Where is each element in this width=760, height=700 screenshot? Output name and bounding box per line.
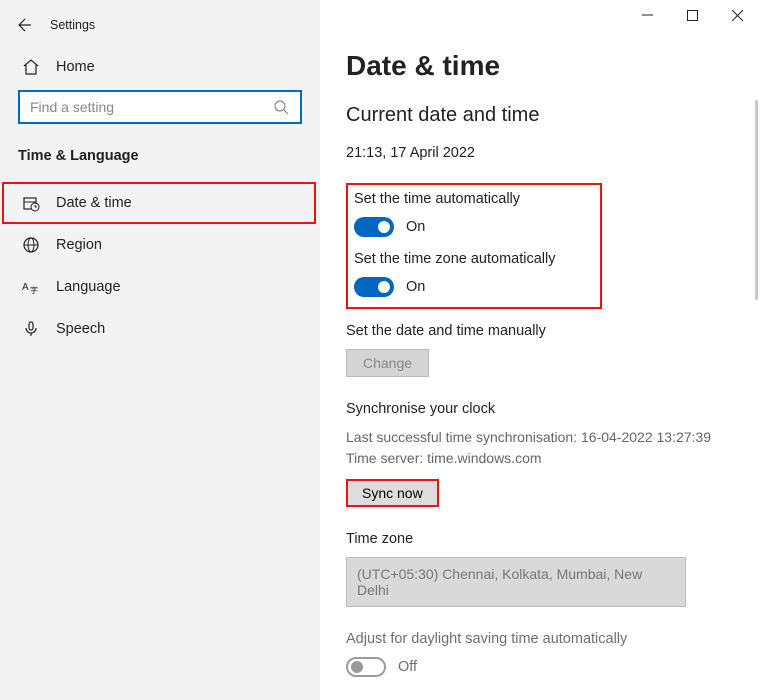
sidebar-item-region[interactable]: Region xyxy=(0,224,320,266)
search-box[interactable] xyxy=(18,90,302,124)
home-nav[interactable]: Home xyxy=(0,48,320,90)
sidebar-item-label: Speech xyxy=(56,321,105,337)
sidebar-item-label: Region xyxy=(56,237,102,253)
home-icon xyxy=(22,58,40,76)
search-input[interactable] xyxy=(30,99,272,115)
sync-info: Last successful time synchronisation: 16… xyxy=(346,427,734,469)
search-icon xyxy=(272,98,290,116)
auto-tz-state: On xyxy=(406,279,425,295)
auto-tz-toggle[interactable] xyxy=(354,277,394,297)
home-label: Home xyxy=(56,59,95,75)
window-title: Settings xyxy=(50,18,95,32)
dst-toggle xyxy=(346,657,386,677)
sync-now-button[interactable]: Sync now xyxy=(346,479,439,507)
sidebar-item-date-time[interactable]: Date & time xyxy=(2,182,316,224)
sidebar-item-language[interactable]: A字 Language xyxy=(0,266,320,308)
back-icon[interactable] xyxy=(14,16,32,34)
tz-select: (UTC+05:30) Chennai, Kolkata, Mumbai, Ne… xyxy=(346,557,686,607)
auto-settings-highlight: Set the time automatically On Set the ti… xyxy=(346,183,602,309)
dst-label: Adjust for daylight saving time automati… xyxy=(346,631,734,647)
auto-time-toggle[interactable] xyxy=(354,217,394,237)
sidebar-item-label: Language xyxy=(56,279,121,295)
page-title: Date & time xyxy=(346,50,734,82)
auto-tz-label: Set the time zone automatically xyxy=(354,251,588,267)
globe-icon xyxy=(22,236,40,254)
current-datetime: 21:13, 17 April 2022 xyxy=(346,145,734,161)
microphone-icon xyxy=(22,320,40,338)
manual-label: Set the date and time manually xyxy=(346,323,734,339)
group-title: Time & Language xyxy=(0,148,320,182)
scrollbar[interactable] xyxy=(755,100,758,300)
sidebar-item-label: Date & time xyxy=(56,195,132,211)
sidebar-item-speech[interactable]: Speech xyxy=(0,308,320,350)
sync-server: Time server: time.windows.com xyxy=(346,450,542,466)
language-icon: A字 xyxy=(22,278,40,296)
change-button: Change xyxy=(346,349,429,377)
tz-heading: Time zone xyxy=(346,531,734,547)
sync-heading: Synchronise your clock xyxy=(346,401,734,417)
main-panel: Date & time Current date and time 21:13,… xyxy=(320,0,760,700)
svg-text:字: 字 xyxy=(30,285,38,295)
dst-state: Off xyxy=(398,659,417,675)
section-current: Current date and time xyxy=(346,104,734,127)
auto-time-state: On xyxy=(406,219,425,235)
calendar-icon xyxy=(22,194,40,212)
svg-text:A: A xyxy=(22,282,29,293)
sync-last: Last successful time synchronisation: 16… xyxy=(346,429,711,445)
auto-time-label: Set the time automatically xyxy=(354,191,588,207)
sidebar: Settings Home Time & Language Date & tim… xyxy=(0,0,320,700)
